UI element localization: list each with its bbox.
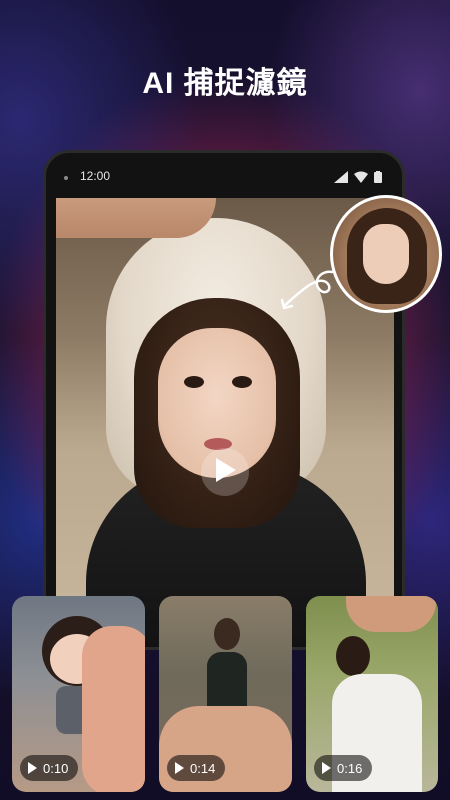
battery-icon: [374, 170, 382, 183]
duration-badge: 0:14: [167, 755, 226, 781]
thumbnail-video-3[interactable]: 0:16: [306, 596, 438, 792]
figure-head-graphic: [214, 618, 240, 650]
duration-badge: 0:10: [20, 755, 79, 781]
status-bar: 12:00: [46, 153, 402, 197]
status-time: 12:00: [80, 169, 111, 183]
right-eye-graphic: [232, 376, 252, 388]
play-icon: [175, 762, 184, 774]
hand-graphic: [346, 596, 436, 632]
wifi-icon: [354, 170, 368, 183]
status-icons: [334, 170, 382, 183]
hand-graphic: [56, 198, 216, 238]
thumbnail-video-2[interactable]: 0:14: [159, 596, 292, 792]
play-icon: [322, 762, 331, 774]
reference-photo: [330, 195, 442, 313]
figure-head-graphic: [336, 636, 370, 676]
reference-face-graphic: [363, 224, 409, 284]
curved-arrow-icon: [280, 270, 334, 310]
left-eye-graphic: [184, 376, 204, 388]
signal-icon: [334, 170, 348, 183]
thumbnail-video-1[interactable]: 0:10: [12, 596, 145, 792]
play-icon: [214, 457, 236, 487]
headline: AI 捕捉濾鏡: [142, 67, 308, 100]
play-icon: [28, 762, 37, 774]
duration-label: 0:10: [43, 760, 69, 776]
main-play-button[interactable]: [201, 448, 249, 496]
duration-label: 0:16: [337, 760, 363, 776]
hand-graphic: [82, 626, 145, 792]
duration-label: 0:14: [190, 760, 216, 776]
duration-badge: 0:16: [314, 755, 373, 781]
notification-dot-icon: [64, 176, 68, 180]
